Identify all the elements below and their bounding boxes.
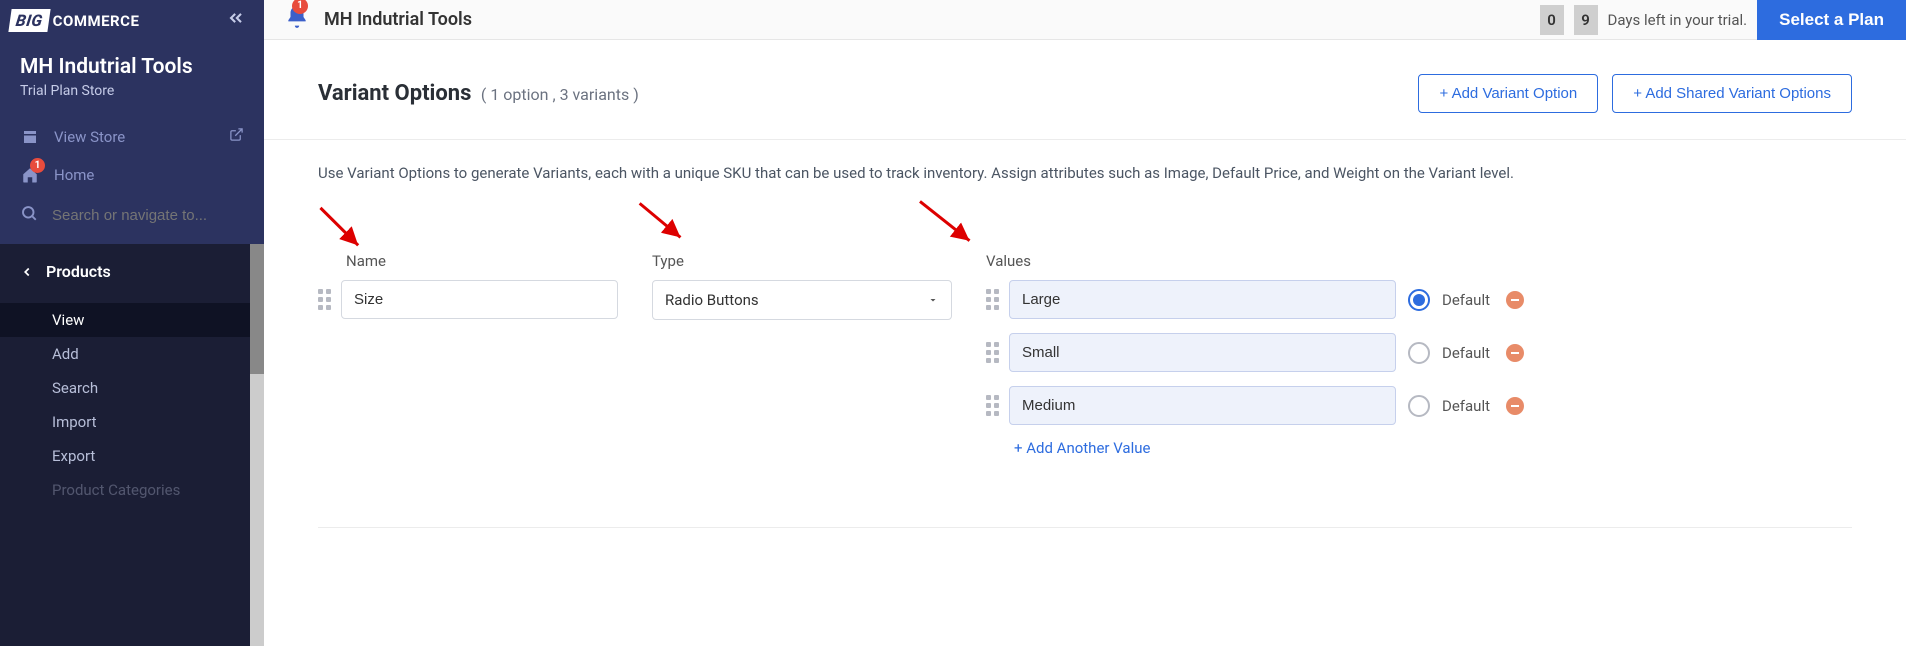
caret-down-icon (927, 294, 939, 306)
option-type-select[interactable]: Radio Buttons (652, 280, 952, 320)
annotation-arrow-type (629, 199, 696, 248)
value-input-1[interactable] (1009, 333, 1396, 372)
products-header[interactable]: Products (0, 244, 264, 299)
remove-value-2-button[interactable] (1506, 397, 1524, 415)
products-sublist: View Add Search Import Export Product Ca… (0, 299, 264, 511)
external-link-icon (229, 127, 244, 146)
sub-panel: Products View Add Search Import Export P… (0, 244, 264, 646)
variant-grid: Name Type Radio Buttons Values (264, 192, 1906, 497)
nav-search-input[interactable] (52, 207, 244, 224)
drag-handle-icon[interactable] (986, 289, 999, 310)
logo-big: BIG (8, 9, 50, 32)
head-actions: + Add Variant Option + Add Shared Varian… (1418, 74, 1852, 113)
drag-handle-icon[interactable] (986, 342, 999, 363)
label-name: Name (346, 252, 618, 270)
sidebar-scrollbar[interactable] (250, 244, 264, 646)
store-plan: Trial Plan Store (20, 83, 244, 99)
default-radio-1[interactable] (1408, 342, 1430, 364)
add-shared-variant-options-button[interactable]: + Add Shared Variant Options (1612, 74, 1852, 113)
brand-logo: BIG COMMERCE (10, 9, 139, 32)
option-type-value: Radio Buttons (665, 291, 759, 309)
store-info: MH Indutrial Tools Trial Plan Store (0, 41, 264, 117)
value-row-0: Default (986, 280, 1852, 319)
default-radio-0[interactable] (1408, 289, 1430, 311)
label-type: Type (652, 252, 952, 270)
sub-item-view[interactable]: View (0, 303, 264, 337)
minus-icon (1510, 401, 1520, 411)
chevron-left-icon (20, 265, 34, 279)
nav-home-label: Home (54, 166, 94, 184)
select-plan-button[interactable]: Select a Plan (1757, 0, 1906, 40)
trial-text: Days left in your trial. (1608, 11, 1748, 29)
add-another-value-link[interactable]: + Add Another Value (1014, 439, 1852, 457)
notifications-button[interactable]: 1 (284, 4, 310, 36)
topbar: 1 MH Indutrial Tools 0 9 Days left in yo… (264, 0, 1906, 40)
add-variant-option-button[interactable]: + Add Variant Option (1418, 74, 1598, 113)
trial-digit-1: 9 (1574, 5, 1598, 35)
collapse-sidebar-button[interactable] (226, 8, 246, 33)
section-title-text: Variant Options (318, 81, 471, 106)
main-content: Variant Options ( 1 option , 3 variants … (264, 40, 1906, 646)
default-label-0: Default (1442, 291, 1490, 309)
search-icon (20, 204, 38, 226)
default-label-1: Default (1442, 344, 1490, 362)
annotation-arrow-values (909, 197, 986, 251)
trial-area: 0 9 Days left in your trial. Select a Pl… (1540, 0, 1906, 39)
store-name: MH Indutrial Tools (20, 55, 244, 79)
default-label-2: Default (1442, 397, 1490, 415)
variant-columns: Name Type Radio Buttons Values (318, 252, 1852, 457)
col-type: Type Radio Buttons (652, 252, 952, 457)
value-row-2: Default (986, 386, 1852, 425)
sub-item-import[interactable]: Import (0, 405, 264, 439)
nav-view-store[interactable]: View Store (0, 117, 264, 156)
trial-digit-0: 0 (1540, 5, 1564, 35)
storefront-icon (20, 128, 40, 146)
minus-icon (1510, 348, 1520, 358)
drag-handle-icon[interactable] (986, 395, 999, 416)
name-row (318, 280, 618, 319)
sidebar-scroll-thumb[interactable] (250, 244, 264, 374)
section-subtitle: ( 1 option , 3 variants ) (481, 85, 639, 104)
col-name: Name (318, 252, 618, 457)
value-row-1: Default (986, 333, 1852, 372)
logo-row: BIG COMMERCE (0, 0, 264, 41)
sub-item-export[interactable]: Export (0, 439, 264, 473)
remove-value-1-button[interactable] (1506, 344, 1524, 362)
col-values: Values Default (986, 252, 1852, 457)
divider (318, 527, 1852, 528)
topbar-title: MH Indutrial Tools (324, 9, 472, 30)
products-header-label: Products (46, 262, 111, 281)
sub-item-search[interactable]: Search (0, 371, 264, 405)
bell-badge: 1 (292, 0, 308, 14)
nav-home[interactable]: 1 Home (0, 156, 264, 194)
label-values: Values (986, 252, 1852, 270)
value-input-0[interactable] (1009, 280, 1396, 319)
option-name-input[interactable] (341, 280, 618, 319)
remove-value-0-button[interactable] (1506, 291, 1524, 309)
nav-view-store-label: View Store (54, 128, 125, 146)
sub-item-add[interactable]: Add (0, 337, 264, 371)
section-title: Variant Options ( 1 option , 3 variants … (318, 81, 639, 106)
home-badge: 1 (30, 158, 45, 173)
sub-item-categories[interactable]: Product Categories (0, 473, 264, 507)
default-radio-2[interactable] (1408, 395, 1430, 417)
section-head: Variant Options ( 1 option , 3 variants … (264, 40, 1906, 140)
minus-icon (1510, 295, 1520, 305)
annotation-arrow-name (308, 203, 375, 256)
nav-search[interactable] (0, 194, 264, 244)
section-description: Use Variant Options to generate Variants… (264, 140, 1906, 192)
value-input-2[interactable] (1009, 386, 1396, 425)
sidebar: BIG COMMERCE MH Indutrial Tools Trial Pl… (0, 0, 264, 646)
drag-handle-icon[interactable] (318, 289, 331, 310)
logo-commerce: COMMERCE (53, 12, 140, 30)
